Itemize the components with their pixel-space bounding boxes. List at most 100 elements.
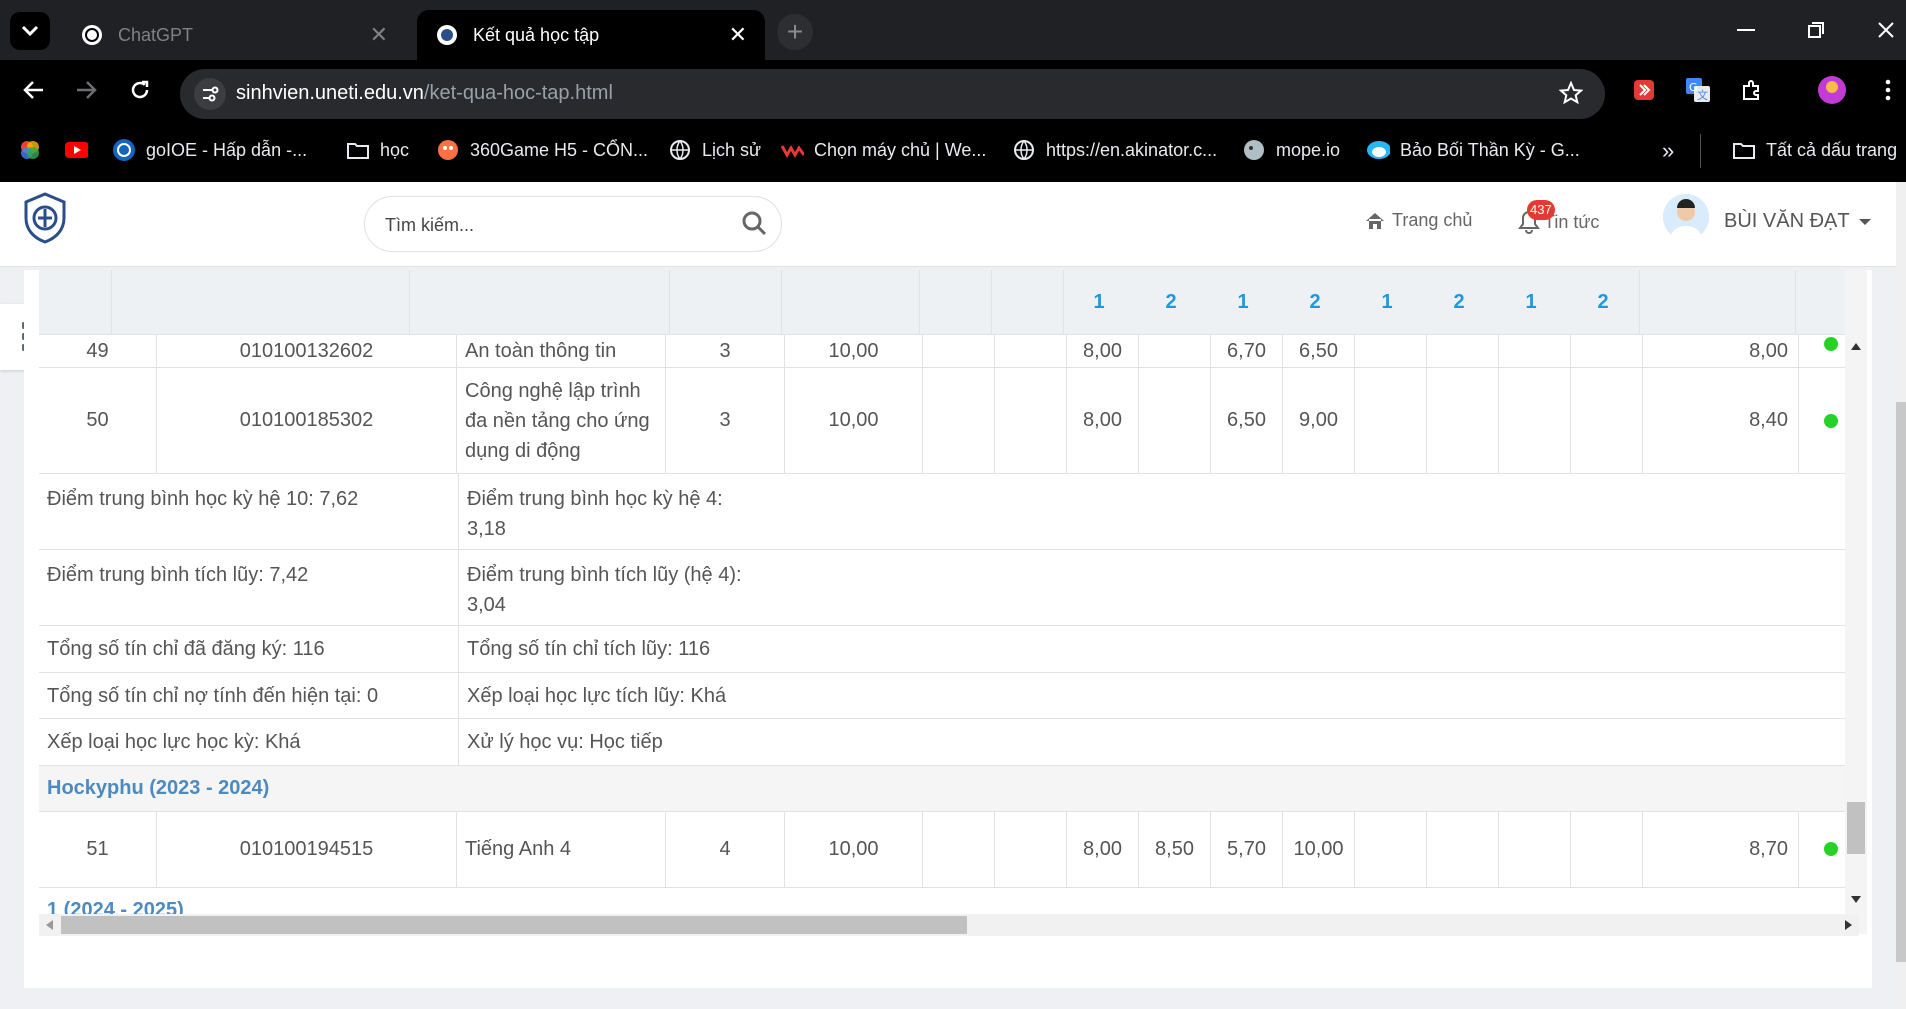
cell-name: Công nghệ lập trình đa nền tảng cho ứng … xyxy=(456,368,665,473)
bookmark-chon-may-chu[interactable]: Chọn máy chủ | We... xyxy=(780,138,986,162)
bookmarks-overflow-button[interactable]: » xyxy=(1662,138,1674,164)
semester-group-header[interactable]: Hockyphu (2023 - 2024) xyxy=(39,766,1859,812)
cell-grade: 10,00 xyxy=(1282,812,1354,887)
bookmark-mope[interactable]: mope.io xyxy=(1242,138,1340,162)
tab-strip: ChatGPT ✕ Kết quả học tập ✕ + xyxy=(0,0,1906,60)
table-hscroll-thumb[interactable] xyxy=(61,916,967,934)
summary-right: Xử lý học vụ: Học tiếp xyxy=(458,719,958,765)
minimize-button[interactable] xyxy=(1726,12,1766,48)
cell-empty xyxy=(994,812,1066,887)
cell-credits: 4 xyxy=(665,812,784,887)
search-icon[interactable] xyxy=(741,210,767,241)
table-vscroll-thumb[interactable] xyxy=(1847,802,1865,854)
cell-empty xyxy=(994,368,1066,473)
forward-button[interactable] xyxy=(66,70,106,110)
translate-extension-button[interactable]: G文 xyxy=(1678,70,1718,110)
bookmark-label: Lịch sử xyxy=(702,139,762,160)
close-window-button[interactable] xyxy=(1866,12,1906,48)
tab-search-button[interactable] xyxy=(10,12,50,50)
tab-title: ChatGPT xyxy=(118,24,194,45)
cell-grade xyxy=(1138,368,1210,473)
status-dot-icon xyxy=(1824,842,1838,856)
extensions-button[interactable] xyxy=(1732,70,1772,110)
bookmark-label: https://en.akinator.c... xyxy=(1046,139,1218,160)
mope-icon xyxy=(1242,138,1266,162)
header-sub-col: 1 xyxy=(1093,291,1105,313)
cell-score: 10,00 xyxy=(784,335,922,367)
video-extension-icon xyxy=(1634,80,1654,100)
summary-left: Điểm trung bình học kỳ hệ 10: 7,62 xyxy=(47,488,359,510)
profile-button[interactable] xyxy=(1812,70,1852,110)
reload-icon xyxy=(131,80,149,99)
all-bookmarks-button[interactable]: Tất cả dấu trang xyxy=(1732,138,1897,162)
cell-empty xyxy=(1498,335,1570,367)
scroll-down-arrow-icon[interactable] xyxy=(1851,896,1861,904)
bookmark-folder-hoc[interactable]: học xyxy=(346,138,409,162)
cell-grade: 6,50 xyxy=(1282,335,1354,367)
bookmark-star-icon[interactable] xyxy=(1558,80,1584,110)
tab-chatgpt[interactable]: ChatGPT ✕ xyxy=(62,10,406,60)
cell-empty xyxy=(1354,812,1426,887)
bookmark-photos[interactable] xyxy=(18,138,52,162)
bookmark-akinator[interactable]: https://en.akinator.c... xyxy=(1012,138,1217,162)
summary-right: Điểm trung bình học kỳ hệ 4: 3,18 xyxy=(458,474,768,549)
page-scroll-thumb[interactable] xyxy=(1896,402,1906,962)
reload-button[interactable] xyxy=(120,70,160,110)
bookmark-youtube[interactable] xyxy=(64,138,98,162)
cell-empty xyxy=(922,812,994,887)
cell-grade: 8,00 xyxy=(1066,812,1138,887)
user-name: BÙI VĂN ĐẠT xyxy=(1724,210,1850,232)
site-info-icon[interactable] xyxy=(194,78,226,110)
home-label: Trang chủ xyxy=(1392,210,1473,230)
scroll-up-arrow-icon[interactable] xyxy=(1851,342,1861,350)
cell-empty xyxy=(1570,812,1642,887)
user-menu[interactable]: BÙI VĂN ĐẠT xyxy=(1724,210,1872,233)
cell-code: 010100194515 xyxy=(156,812,456,887)
summary-row: Điểm trung bình học kỳ hệ 10: 7,62 Điểm … xyxy=(39,474,1859,550)
site-header: Trang chủ Tin tức 437 BÙI VĂN ĐẠT xyxy=(0,182,1896,267)
summary-right: Xếp loại học lực tích lũy: Khá xyxy=(458,673,958,718)
address-bar[interactable]: sinhvien.uneti.edu.vn/ket-qua-hoc-tap.ht… xyxy=(180,69,1605,119)
cell-empty xyxy=(1354,368,1426,473)
pinwheel-icon xyxy=(18,138,42,162)
close-icon[interactable]: ✕ xyxy=(370,22,388,48)
header-sub-col: 2 xyxy=(1165,291,1177,313)
game-icon xyxy=(436,138,460,162)
profile-avatar-icon xyxy=(1818,76,1846,104)
search-input[interactable] xyxy=(385,211,725,239)
summary-row: Xếp loại học lực học kỳ: Khá Xử lý học v… xyxy=(39,719,1859,766)
new-tab-button[interactable]: + xyxy=(777,14,813,50)
bookmark-360game[interactable]: 360Game H5 - CỔN... xyxy=(436,138,648,162)
header-sub-col: 2 xyxy=(1309,291,1321,313)
goioe-icon xyxy=(112,138,136,162)
bookmark-bao-boi[interactable]: Bảo Bối Thần Kỳ - G... xyxy=(1366,138,1580,162)
scroll-left-arrow-icon[interactable] xyxy=(45,920,53,930)
restore-button[interactable] xyxy=(1796,12,1836,48)
header-divider xyxy=(1795,270,1796,335)
extension-button[interactable] xyxy=(1624,70,1664,110)
avatar[interactable] xyxy=(1663,194,1709,240)
header-divider xyxy=(781,270,782,335)
menu-button[interactable] xyxy=(1868,70,1906,110)
puzzle-icon xyxy=(1743,80,1759,100)
bookmark-goioe[interactable]: goIOE - Hấp dẫn -... xyxy=(112,138,307,162)
cell-stt: 51 xyxy=(86,838,109,860)
scroll-right-arrow-icon[interactable] xyxy=(1845,920,1853,930)
page-content: Trang chủ Tin tức 437 BÙI VĂN ĐẠT 49 xyxy=(0,182,1906,1009)
cell-code: 010100132602 xyxy=(156,335,456,367)
openai-icon xyxy=(80,23,104,47)
cell-grade: 9,00 xyxy=(1282,368,1354,473)
cell-name: An toàn thông tin xyxy=(456,335,665,367)
bookmark-lich-su[interactable]: Lịch sử xyxy=(668,138,761,162)
uneti-logo[interactable] xyxy=(22,192,68,244)
home-link[interactable]: Trang chủ xyxy=(1364,210,1472,231)
table-horizontal-scrollbar[interactable] xyxy=(39,914,1859,936)
back-button[interactable] xyxy=(14,70,54,110)
summary-left: Xếp loại học lực học kỳ: Khá xyxy=(47,731,301,753)
header-divider xyxy=(111,270,112,335)
tab-ket-qua-hoc-tap[interactable]: Kết quả học tập ✕ xyxy=(417,10,765,60)
close-icon[interactable]: ✕ xyxy=(729,22,747,48)
cell-total: 8,40 xyxy=(1642,368,1798,473)
table-vertical-scrollbar[interactable] xyxy=(1845,270,1867,934)
page-scrollbar[interactable] xyxy=(1896,182,1906,1009)
